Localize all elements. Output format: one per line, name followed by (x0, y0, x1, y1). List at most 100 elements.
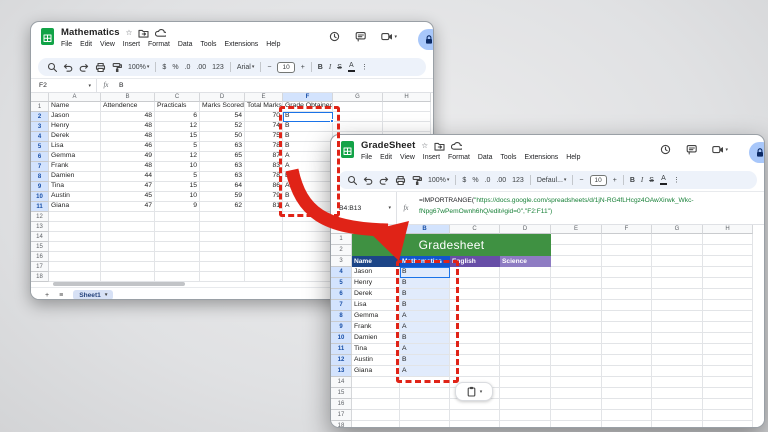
row-header-10[interactable]: 10 (331, 333, 352, 344)
cell[interactable]: Henry (352, 278, 400, 289)
cell[interactable] (500, 289, 551, 300)
cell[interactable]: 48 (101, 122, 155, 132)
cell[interactable] (200, 252, 245, 262)
version-history-icon[interactable] (329, 31, 340, 42)
cell[interactable] (333, 122, 383, 132)
cell[interactable]: 86 (245, 182, 283, 192)
share-button[interactable] (418, 29, 434, 50)
cell[interactable] (703, 267, 753, 278)
cell[interactable]: B (283, 132, 333, 142)
cell[interactable] (155, 252, 200, 262)
cell[interactable]: Giana (352, 366, 400, 377)
cell[interactable]: Derek (352, 289, 400, 300)
cell[interactable] (49, 222, 101, 232)
more-formats-button[interactable]: 123 (512, 177, 524, 184)
cell[interactable]: 81 (245, 202, 283, 212)
row-header-4[interactable]: 4 (31, 132, 49, 142)
row-header-9[interactable]: 9 (31, 182, 49, 192)
cell[interactable] (400, 399, 450, 410)
paint-format-icon[interactable] (412, 175, 422, 185)
column-header-B[interactable]: B (400, 225, 450, 234)
undo-icon[interactable] (63, 62, 73, 72)
cell[interactable] (551, 278, 602, 289)
cell[interactable] (400, 421, 450, 428)
cell[interactable]: B (400, 289, 450, 300)
cell[interactable]: B (400, 267, 450, 278)
cell[interactable] (602, 289, 652, 300)
cell[interactable] (352, 410, 400, 421)
cell[interactable] (652, 421, 703, 428)
cell[interactable] (200, 272, 245, 282)
cell[interactable] (703, 256, 753, 267)
bold-button[interactable]: B (630, 177, 635, 184)
cell[interactable] (400, 377, 450, 388)
cell[interactable] (383, 102, 431, 112)
cell[interactable]: 50 (200, 132, 245, 142)
cell[interactable] (703, 410, 753, 421)
row-header-6[interactable]: 6 (331, 289, 352, 300)
column-header-G[interactable]: G (652, 225, 703, 234)
row-header-18[interactable]: 18 (31, 272, 49, 282)
document-title[interactable]: Mathematics (61, 27, 120, 38)
cell[interactable]: 62 (200, 202, 245, 212)
cell[interactable]: 74 (245, 122, 283, 132)
cell[interactable] (551, 388, 602, 399)
cell[interactable] (703, 421, 753, 428)
cell[interactable]: Jason (49, 112, 101, 122)
cell[interactable]: 48 (101, 112, 155, 122)
column-header-A[interactable]: A (49, 93, 101, 102)
cell[interactable]: Austin (49, 192, 101, 202)
column-header-D[interactable]: D (500, 225, 551, 234)
scrollbar-thumb[interactable] (53, 282, 185, 286)
cell[interactable] (500, 388, 551, 399)
cell[interactable] (200, 262, 245, 272)
column-header-F[interactable]: F (602, 225, 652, 234)
cell[interactable]: Damien (49, 172, 101, 182)
cell[interactable] (352, 377, 400, 388)
cell[interactable]: 9 (155, 202, 200, 212)
menu-item-edit[interactable]: Edit (380, 153, 392, 162)
search-icon[interactable] (347, 175, 357, 185)
search-icon[interactable] (47, 62, 57, 72)
cell[interactable] (400, 388, 450, 399)
cell[interactable] (450, 311, 500, 322)
window-gradesheet[interactable]: GradeSheet ☆ FileEditViewInsertFormatDat… (330, 134, 765, 428)
strikethrough-button[interactable]: S (649, 177, 654, 184)
row-header-10[interactable]: 10 (31, 192, 49, 202)
cell[interactable] (333, 112, 383, 122)
menu-item-help[interactable]: Help (566, 153, 580, 162)
row-header-8[interactable]: 8 (331, 311, 352, 322)
cell[interactable]: A (283, 152, 333, 162)
cell[interactable] (500, 278, 551, 289)
formula-input[interactable]: B (115, 79, 124, 92)
sheet-tab[interactable]: Sheet1▾ (73, 290, 113, 300)
move-folder-icon[interactable] (138, 28, 149, 38)
fill-handle[interactable] (330, 119, 334, 123)
cell[interactable]: Giana (49, 202, 101, 212)
meet-icon[interactable]: ▾ (381, 31, 397, 42)
menu-item-edit[interactable]: Edit (80, 40, 92, 49)
row-header-11[interactable]: 11 (31, 202, 49, 212)
cell[interactable] (383, 112, 431, 122)
cell[interactable] (101, 222, 155, 232)
cell[interactable] (245, 212, 283, 222)
cell[interactable]: Practicals (155, 102, 200, 112)
cell[interactable]: Marks Scored (200, 102, 245, 112)
cell[interactable]: 5 (155, 172, 200, 182)
column-header-E[interactable]: E (245, 93, 283, 102)
row-header-17[interactable]: 17 (331, 410, 352, 421)
subject-header-mathematics[interactable]: Mathematics (400, 256, 450, 267)
cell[interactable]: Total Marks (245, 102, 283, 112)
cell[interactable]: A (400, 344, 450, 355)
cell[interactable]: B (400, 300, 450, 311)
menu-item-extensions[interactable]: Extensions (525, 153, 559, 162)
row-header-6[interactable]: 6 (31, 152, 49, 162)
text-color-button[interactable]: A (660, 175, 667, 184)
cell[interactable]: 59 (200, 192, 245, 202)
cell[interactable] (652, 344, 703, 355)
formula-input[interactable]: =IMPORTRANGE("https://docs.google.com/sp… (415, 192, 694, 224)
cell[interactable] (245, 252, 283, 262)
cell[interactable]: 87 (245, 152, 283, 162)
cell[interactable] (49, 272, 101, 282)
column-header-H[interactable]: H (383, 93, 431, 102)
